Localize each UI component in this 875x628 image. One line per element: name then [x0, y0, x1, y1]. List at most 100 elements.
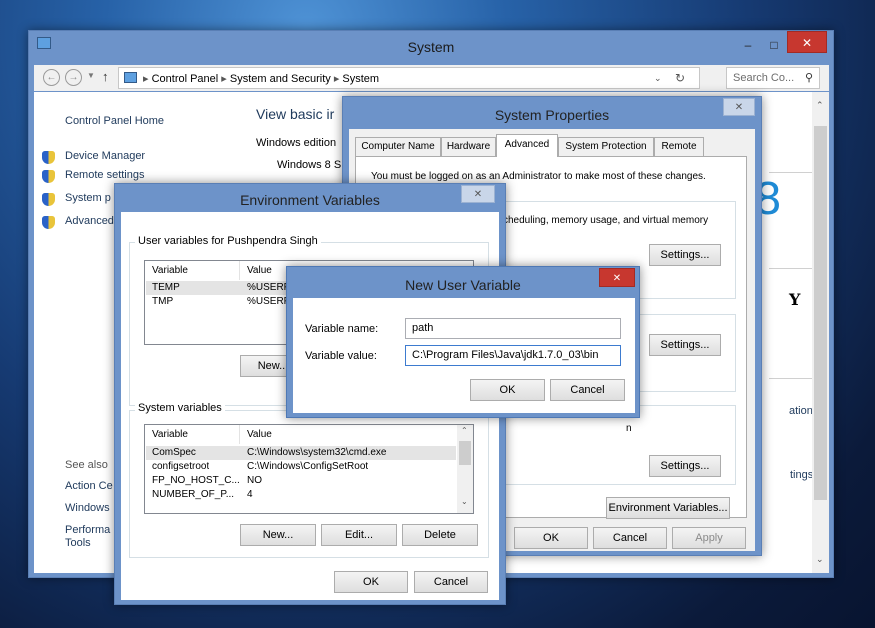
- variable-name: FP_NO_HOST_C...: [152, 475, 240, 486]
- list-scrollbar[interactable]: ⌃ ⌄: [457, 425, 473, 513]
- manufacturer-logo-letter: Y: [789, 290, 801, 309]
- variable-value: C:\Windows\ConfigSetRoot: [247, 461, 369, 472]
- scroll-up-icon[interactable]: ⌃: [461, 426, 468, 435]
- variable-name: TEMP: [152, 282, 180, 293]
- scroll-up-icon[interactable]: ⌃: [816, 100, 824, 111]
- scroll-thumb[interactable]: [814, 126, 827, 500]
- admin-note: You must be logged on as an Administrato…: [371, 171, 706, 182]
- column-header-variable[interactable]: Variable: [152, 265, 188, 276]
- table-row[interactable]: ComSpec C:\Windows\system32\cmd.exe: [146, 446, 456, 460]
- scroll-thumb[interactable]: [459, 441, 471, 465]
- close-button[interactable]: ✕: [599, 268, 635, 287]
- ok-button[interactable]: OK: [470, 379, 545, 401]
- change-product-key-link[interactable]: tings: [790, 469, 813, 481]
- search-placeholder: Search Co...: [733, 72, 795, 84]
- variable-value-label: Variable value:: [305, 350, 377, 362]
- variable-name-label: Variable name:: [305, 323, 379, 335]
- table-row[interactable]: FP_NO_HOST_C... NO: [146, 474, 456, 488]
- recent-locations-icon[interactable]: ▼: [87, 71, 95, 80]
- dialog-body: Variable name: path Variable value: C:\P…: [293, 298, 635, 413]
- tab-system-protection[interactable]: System Protection: [558, 137, 654, 156]
- user-profiles-settings-button[interactable]: Settings...: [649, 334, 721, 356]
- column-header-variable[interactable]: Variable: [152, 429, 188, 440]
- shield-icon: [42, 170, 55, 183]
- control-panel-home-link[interactable]: Control Panel Home: [65, 115, 164, 127]
- window-title: System: [407, 39, 455, 55]
- dialog-title: Environment Variables: [240, 192, 380, 208]
- windows-update-link[interactable]: Windows: [65, 502, 110, 514]
- address-dropdown-icon[interactable]: ⌄: [654, 73, 662, 84]
- ok-button[interactable]: OK: [514, 527, 588, 549]
- system-protection-link[interactable]: System p: [65, 192, 111, 204]
- breadcrumb-control-panel[interactable]: Control Panel: [152, 73, 219, 85]
- cancel-button[interactable]: Cancel: [414, 571, 488, 593]
- startup-description: n: [626, 423, 632, 434]
- back-icon[interactable]: ←: [43, 69, 60, 86]
- see-also-heading: See also: [65, 459, 108, 471]
- startup-settings-button[interactable]: Settings...: [649, 455, 721, 477]
- action-center-link[interactable]: Action Ce: [65, 480, 113, 492]
- variable-value: %USERP: [247, 296, 291, 307]
- address-bar-area: ← → ▼ ↑ ▸ Control Panel ▸ System and Sec…: [34, 65, 829, 91]
- variable-value: 4: [247, 489, 253, 500]
- close-button[interactable]: ✕: [787, 31, 827, 53]
- maximize-button[interactable]: □: [761, 35, 787, 56]
- advanced-settings-link[interactable]: Advanced: [65, 215, 114, 227]
- divider: [769, 172, 817, 173]
- performance-settings-button[interactable]: Settings...: [649, 244, 721, 266]
- apply-button[interactable]: Apply: [672, 527, 746, 549]
- performance-description: cheduling, memory usage, and virtual mem…: [503, 215, 709, 226]
- dialog-title: New User Variable: [405, 277, 521, 293]
- minimize-button[interactable]: –: [735, 35, 761, 56]
- variable-name: TMP: [152, 296, 174, 307]
- breadcrumb-system[interactable]: System: [342, 73, 379, 85]
- tab-advanced[interactable]: Advanced: [496, 134, 558, 157]
- system-new-button[interactable]: New...: [240, 524, 316, 546]
- column-header-value[interactable]: Value: [247, 429, 272, 440]
- cancel-button[interactable]: Cancel: [550, 379, 625, 401]
- table-row[interactable]: NUMBER_OF_P... 4: [146, 488, 456, 502]
- cancel-button[interactable]: Cancel: [593, 527, 667, 549]
- tab-computer-name[interactable]: Computer Name: [355, 137, 441, 156]
- refresh-icon[interactable]: ↻: [675, 71, 685, 85]
- scroll-down-icon[interactable]: ⌄: [816, 554, 824, 565]
- shield-icon: [42, 216, 55, 229]
- tools-link[interactable]: Tools: [65, 537, 91, 549]
- column-header-value[interactable]: Value: [247, 265, 272, 276]
- remote-settings-link[interactable]: Remote settings: [65, 169, 144, 181]
- shield-icon: [42, 151, 55, 164]
- table-row[interactable]: configsetroot C:\Windows\ConfigSetRoot: [146, 460, 456, 474]
- tab-remote[interactable]: Remote: [654, 137, 704, 156]
- system-variables-label: System variables: [135, 402, 225, 414]
- environment-variables-button[interactable]: Environment Variables...: [606, 497, 730, 519]
- vertical-scrollbar[interactable]: ⌃ ⌄: [812, 92, 829, 573]
- address-input[interactable]: ▸ Control Panel ▸ System and Security ▸ …: [118, 67, 700, 89]
- user-variables-label: User variables for Pushpendra Singh: [135, 235, 321, 247]
- variable-value-field[interactable]: C:\Program Files\Java\jdk1.7.0_03\bin: [405, 345, 621, 366]
- up-icon[interactable]: ↑: [102, 69, 109, 84]
- variable-name-field[interactable]: path: [405, 318, 621, 339]
- ok-button[interactable]: OK: [334, 571, 408, 593]
- main-heading: View basic ir: [256, 106, 335, 122]
- variable-value: NO: [247, 475, 262, 486]
- variable-name: ComSpec: [152, 447, 196, 458]
- system-delete-button[interactable]: Delete: [402, 524, 478, 546]
- breadcrumb-system-security[interactable]: System and Security: [230, 73, 331, 85]
- search-input[interactable]: Search Co... ⚲: [726, 67, 820, 89]
- close-button[interactable]: ✕: [461, 185, 495, 203]
- change-settings-link[interactable]: ation: [789, 405, 813, 417]
- system-edit-button[interactable]: Edit...: [321, 524, 397, 546]
- divider: [769, 268, 817, 269]
- tab-hardware[interactable]: Hardware: [441, 137, 496, 156]
- system-variables-list[interactable]: Variable Value ComSpec C:\Windows\system…: [144, 424, 474, 514]
- scroll-down-icon[interactable]: ⌄: [461, 497, 468, 506]
- device-manager-link[interactable]: Device Manager: [65, 150, 145, 162]
- edition-label: Windows edition: [256, 137, 337, 149]
- search-icon[interactable]: ⚲: [805, 71, 813, 84]
- close-button[interactable]: ✕: [723, 98, 755, 116]
- forward-icon[interactable]: →: [65, 69, 82, 86]
- performance-link[interactable]: Performa: [65, 524, 110, 536]
- computer-icon: [124, 72, 137, 83]
- new-user-variable-dialog: New User Variable ✕ Variable name: path …: [286, 266, 640, 418]
- shield-icon: [42, 193, 55, 206]
